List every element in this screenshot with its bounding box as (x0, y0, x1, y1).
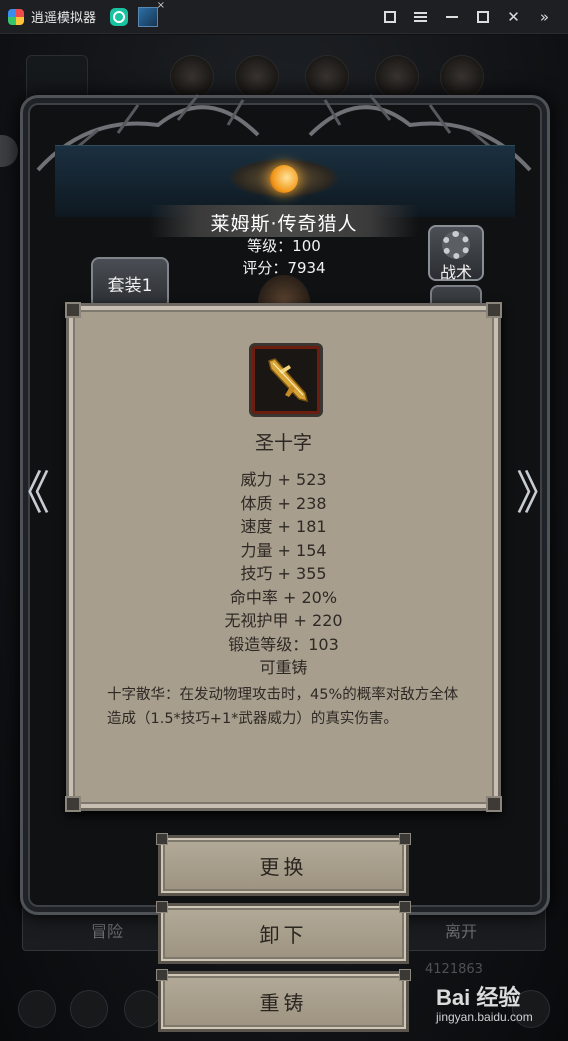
previous-arrow-icon[interactable]: 《 (4, 460, 50, 520)
btn-corner (399, 833, 411, 845)
item-detail-card: 圣十字 威力 + 523 体质 + 238 速度 + 181 力量 + 154 … (65, 302, 502, 812)
character-name: 莱姆斯·传奇猎人 (210, 213, 358, 235)
unequip-button[interactable]: 卸下 (156, 901, 411, 964)
app-logo-icon (8, 8, 24, 25)
reforge-label: 重铸 (259, 991, 308, 1015)
character-level: 等级：100 (247, 237, 321, 255)
watermark-logo: Bai 经验 (436, 985, 521, 1010)
stat-line: 命中率 + 20% (229, 587, 338, 607)
bottom-circle-icon[interactable] (124, 990, 162, 1028)
stat-line: 锻造等级：103 (228, 634, 339, 654)
menu-button[interactable] (405, 0, 436, 34)
emulator-titlebar: 逍遥模拟器 × ✕ » (0, 0, 568, 34)
baidu-watermark: Bai 经验 jingyan.baidu.com (436, 980, 556, 1036)
outfit-set-button[interactable]: 套装1 (91, 257, 169, 309)
btn-corner (156, 969, 168, 981)
unequip-label: 卸下 (259, 923, 308, 947)
game-viewport: 494891 599225 5452 冒险 离开 4121863 莱姆斯·传奇猎… (0, 35, 568, 1041)
replace-label: 更换 (259, 855, 308, 879)
card-corner (486, 796, 502, 812)
gear-icon (442, 231, 470, 259)
fullscreen-icon (383, 10, 396, 23)
golden-rifle-icon (268, 358, 309, 403)
item-icon-slot[interactable] (249, 343, 323, 417)
stat-line: 无视护甲 + 220 (224, 611, 343, 630)
moon-emblem-icon (270, 165, 298, 193)
stat-line: 速度 + 181 (240, 517, 327, 536)
btn-corner (399, 969, 411, 981)
next-arrow-icon[interactable]: 》 (516, 460, 562, 520)
item-name: 圣十字 (254, 432, 312, 454)
item-stats-list: 威力 + 523 体质 + 238 速度 + 181 力量 + 154 技巧 +… (69, 468, 498, 680)
close-button[interactable]: ✕ (498, 0, 529, 34)
more-button[interactable]: » (529, 0, 560, 34)
app-title: 逍遥模拟器 (31, 11, 97, 26)
reforge-button[interactable]: 重铸 (156, 969, 411, 1032)
tab-app-icon[interactable] (110, 7, 129, 26)
watermark-url: jingyan.baidu.com (436, 1010, 533, 1024)
btn-corner (156, 901, 168, 913)
side-settings-icon[interactable] (0, 135, 18, 167)
card-corner (486, 302, 502, 318)
adventure-label[interactable]: 冒险 (91, 918, 123, 942)
card-corner (65, 302, 81, 318)
stat-line: 可重铸 (259, 658, 308, 677)
bottom-circle-icon[interactable] (18, 990, 56, 1028)
item-skill-description: 十字散华：在发动物理攻击时，45%的概率对敌方全体造成（1.5*技巧+1*武器威… (107, 687, 459, 727)
minimize-icon (445, 15, 458, 18)
bottom-circle-icon[interactable] (70, 990, 108, 1028)
replace-button[interactable]: 更换 (156, 833, 411, 896)
bg-number: 4121863 (425, 962, 483, 977)
window-controls: ✕ » (374, 0, 560, 34)
menu-icon (414, 11, 427, 22)
game-tab-icon[interactable]: × (138, 0, 165, 27)
stat-line: 体质 + 238 (240, 493, 327, 513)
minimize-button[interactable] (436, 0, 467, 34)
tab-close-icon[interactable]: × (157, 0, 165, 11)
stat-line: 技巧 + 355 (240, 564, 327, 583)
maximize-icon (476, 10, 489, 23)
card-corner (65, 796, 81, 812)
tactics-label: 战术 (439, 263, 472, 282)
btn-corner (399, 901, 411, 913)
maximize-button[interactable] (467, 0, 498, 34)
stat-line: 力量 + 154 (240, 540, 327, 560)
tactics-button[interactable]: 战术 (428, 225, 484, 282)
btn-corner (156, 833, 168, 845)
stat-line: 威力 + 523 (240, 470, 327, 489)
leave-label[interactable]: 离开 (445, 918, 477, 942)
fullscreen-button[interactable] (374, 0, 405, 34)
